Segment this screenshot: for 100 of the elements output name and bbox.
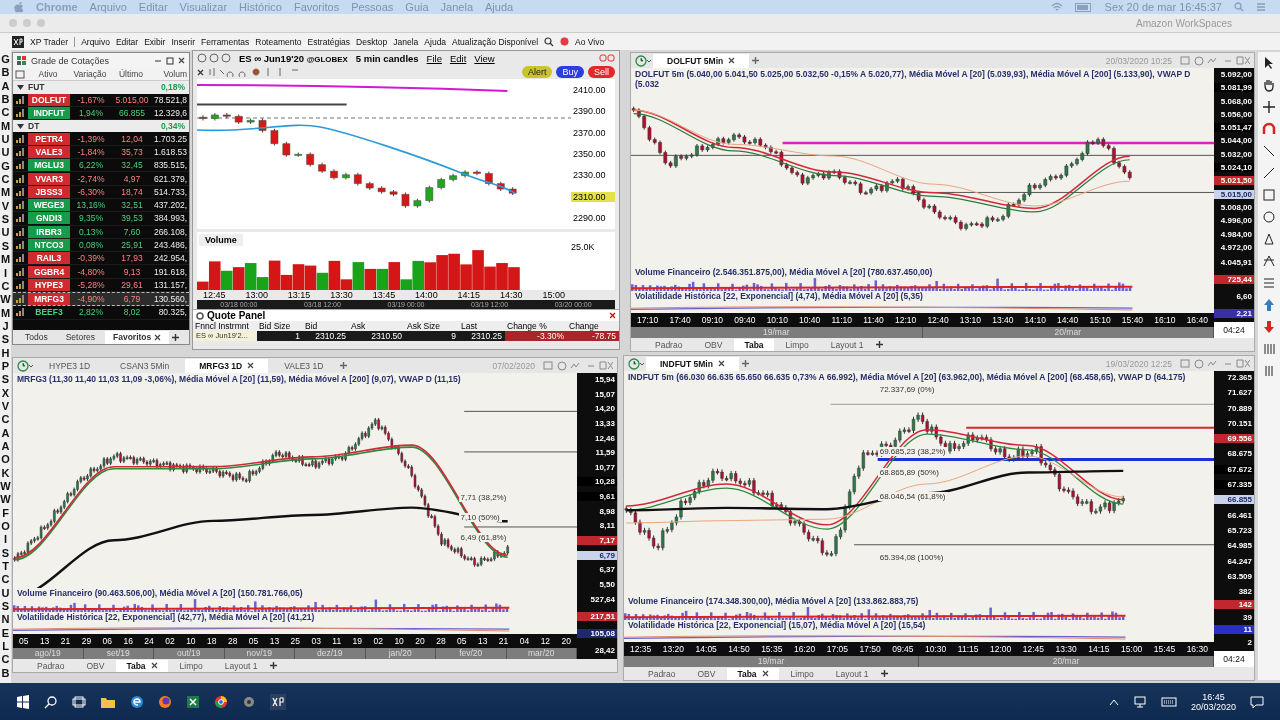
tab[interactable]: Layout 1: [820, 338, 874, 351]
quote-row[interactable]: WEGE3 13,16% 32,51 437.202,: [13, 198, 189, 213]
menu-item[interactable]: Ferramentas: [201, 36, 250, 47]
quote-row[interactable]: VVAR3 -2,74% 4,97 621.379,: [13, 172, 189, 186]
menu-item[interactable]: Roteamento: [255, 36, 302, 47]
column-header[interactable]: Change %: [505, 321, 567, 331]
search-icon[interactable]: [544, 36, 555, 47]
group-row[interactable]: DT 0,34%: [13, 120, 189, 133]
taskbar-time[interactable]: 16:45: [1202, 691, 1225, 702]
column-header[interactable]: Ask: [349, 321, 405, 331]
search-icon[interactable]: [44, 694, 58, 709]
tab[interactable]: MRFG3 1D: [185, 358, 269, 373]
taskbar-date[interactable]: 20/03/2020: [1190, 701, 1236, 712]
quote-row[interactable]: VALE3 -1,84% 35,73 1.618.53: [13, 145, 189, 160]
menu-item[interactable]: Arquivo: [81, 36, 110, 47]
bars-icon[interactable]: [1262, 342, 1276, 356]
column-header[interactable]: Last: [459, 321, 505, 331]
fox-globe-icon[interactable]: [158, 694, 172, 709]
close-icon[interactable]: [609, 312, 616, 319]
bars-icon[interactable]: [1262, 364, 1276, 378]
caret-icon[interactable]: [17, 122, 24, 130]
column-header[interactable]: Volum: [151, 69, 189, 80]
plus-icon[interactable]: [740, 359, 750, 368]
arrow-up-icon[interactable]: [1262, 298, 1276, 312]
column-header[interactable]: Fnncl Instrmnt: [193, 321, 257, 331]
tab[interactable]: OBV: [76, 659, 115, 672]
line-icon[interactable]: [1262, 144, 1276, 158]
menu-item[interactable]: Editar: [115, 36, 139, 47]
keyboard-icon[interactable]: [1160, 696, 1177, 707]
column-header[interactable]: Bid Size: [257, 321, 303, 331]
quote-row[interactable]: DOLFUT -1,67% 5.015,00 78.521,8: [13, 93, 189, 107]
tab[interactable]: Padrao: [27, 659, 75, 672]
tab[interactable]: Taba: [727, 667, 779, 680]
menu-item[interactable]: View: [474, 52, 495, 64]
interval-dropdown[interactable]: 5 min candles: [355, 52, 419, 64]
task-view-icon[interactable]: [72, 694, 86, 709]
plus-icon[interactable]: [171, 332, 181, 342]
globe-e-icon[interactable]: [130, 694, 144, 709]
spreadsheet-icon[interactable]: [186, 694, 200, 709]
tab[interactable]: Layout 1: [214, 659, 268, 672]
fork-icon[interactable]: [1262, 254, 1276, 268]
close-icon[interactable]: [717, 360, 725, 367]
quote-row[interactable]: IRBR3 0,13% 7,60 266.108,: [13, 225, 189, 239]
quote-row[interactable]: RAIL3 -0,39% 17,93 242.954,: [13, 252, 189, 266]
quote-row[interactable]: NTCO3 0,08% 25,91 243.486,: [13, 238, 189, 253]
tab[interactable]: CSAN3 5Min: [106, 358, 184, 373]
menu-item[interactable]: Exibir: [144, 36, 166, 47]
close-icon[interactable]: [150, 662, 158, 669]
close-icon[interactable]: [728, 57, 736, 64]
quote-row[interactable]: BEEF3 2,82% 8,02 80.325,: [13, 306, 189, 320]
circle-icon[interactable]: [1262, 210, 1276, 224]
column-header[interactable]: Último: [111, 69, 151, 80]
tab[interactable]: DOLFUT 5Min: [653, 53, 750, 68]
close-icon[interactable]: [154, 333, 162, 341]
close-icon[interactable]: [761, 670, 769, 677]
menu-item[interactable]: File: [426, 52, 442, 64]
tab[interactable]: OBV: [687, 667, 726, 680]
arrow-down-icon[interactable]: [1262, 320, 1276, 334]
network-icon[interactable]: [1132, 695, 1147, 708]
tab[interactable]: Limpo: [775, 338, 819, 351]
browser-circle-icon[interactable]: [214, 694, 228, 709]
column-header[interactable]: Variação: [69, 69, 111, 80]
tab[interactable]: Setores: [57, 330, 103, 344]
plus-icon[interactable]: [875, 340, 885, 349]
tab[interactable]: HYPE3 1D: [35, 358, 105, 373]
tab[interactable]: Taba: [734, 338, 774, 351]
order-button[interactable]: Alert: [521, 66, 553, 78]
app-logo-icon[interactable]: [12, 35, 24, 48]
tab[interactable]: Layout 1: [825, 667, 879, 680]
start-icon[interactable]: [16, 694, 30, 709]
magnet-icon[interactable]: [1262, 122, 1276, 136]
triangle-icon[interactable]: [1262, 232, 1276, 246]
tab[interactable]: Limpo: [780, 667, 824, 680]
clock-icon[interactable]: [635, 54, 651, 67]
tab[interactable]: Padrao: [645, 338, 693, 351]
column-header[interactable]: Ativo: [27, 69, 69, 80]
clock-icon[interactable]: [17, 359, 33, 372]
order-button[interactable]: Buy: [556, 66, 584, 78]
column-header[interactable]: Ask Size: [405, 321, 459, 331]
menu-item[interactable]: Ajuda: [424, 36, 447, 47]
plus-icon[interactable]: [269, 661, 279, 670]
clock-icon[interactable]: [628, 357, 644, 370]
quote-row[interactable]: GGBR4 -4,80% 9,13 191.618,: [13, 265, 189, 279]
menu-item[interactable]: Atualização Disponível: [452, 36, 539, 47]
menu-item[interactable]: Estratégias: [307, 36, 351, 47]
square-icon[interactable]: [1262, 188, 1276, 202]
tab[interactable]: Todos: [17, 330, 56, 344]
notification-icon[interactable]: [1250, 694, 1264, 709]
quote-row[interactable]: MRFG3 -4,90% 6,79 130.560,: [13, 292, 189, 307]
close-icon[interactable]: [247, 362, 255, 369]
tab[interactable]: Padrao: [638, 667, 686, 680]
quote-row[interactable]: JBSS3 -6,30% 18,74 514.733,: [13, 185, 189, 199]
menu-item[interactable]: Edit: [449, 52, 467, 64]
caret-icon[interactable]: [17, 83, 24, 91]
order-button[interactable]: Sell: [588, 66, 615, 78]
menu-item[interactable]: Desktop: [356, 36, 388, 47]
group-row[interactable]: FUT 0,18%: [13, 81, 189, 94]
menu-item[interactable]: Inserir: [171, 36, 196, 47]
plus-icon[interactable]: [880, 669, 890, 678]
plus-icon[interactable]: [751, 56, 761, 65]
